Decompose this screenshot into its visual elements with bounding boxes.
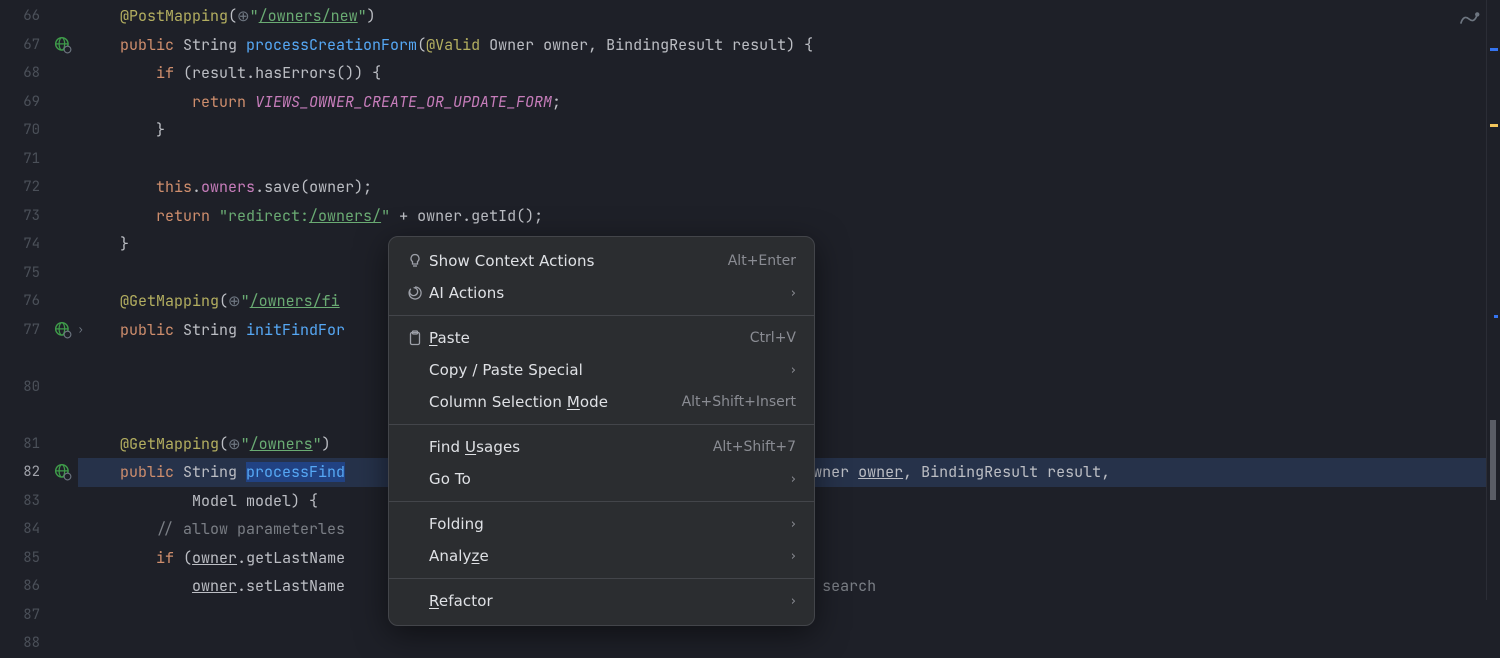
bulb-icon <box>407 253 429 269</box>
line-number: 86 <box>0 572 78 601</box>
line-number: 88 <box>0 629 78 658</box>
menu-item[interactable]: Find UsagesAlt+Shift+7 <box>389 431 814 463</box>
code-line[interactable]: return "redirect:/owners/" + owner.getId… <box>78 202 1486 231</box>
menu-shortcut: Alt+Shift+Insert <box>682 394 796 410</box>
menu-item[interactable]: Copy / Paste Special› <box>389 354 814 386</box>
menu-item-label: AI Actions <box>429 284 791 302</box>
line-number: 76 <box>0 287 78 316</box>
line-number: 73 <box>0 202 78 231</box>
line-number: 75 <box>0 259 78 288</box>
menu-separator <box>389 424 814 425</box>
code-line[interactable]: } <box>78 116 1486 145</box>
line-number: 83 <box>0 487 78 516</box>
line-number <box>0 401 78 430</box>
menu-item-label: Analyze <box>429 547 791 565</box>
menu-item[interactable]: AI Actions› <box>389 277 814 309</box>
menu-item-label: Go To <box>429 470 791 488</box>
line-number: 85 <box>0 544 78 573</box>
menu-item-label: Find Usages <box>429 438 713 456</box>
line-number: 71 <box>0 145 78 174</box>
menu-item[interactable]: Analyze› <box>389 540 814 572</box>
menu-item[interactable]: Column Selection ModeAlt+Shift+Insert <box>389 386 814 418</box>
menu-item-label: Copy / Paste Special <box>429 361 791 379</box>
web-mapping-gutter-icon[interactable] <box>54 36 72 54</box>
clipboard-icon <box>407 330 429 346</box>
web-mapping-gutter-icon[interactable] <box>54 463 72 481</box>
menu-shortcut: Alt+Enter <box>728 253 796 269</box>
chevron-right-icon: › <box>791 286 796 301</box>
menu-item-label: Paste <box>429 329 750 347</box>
editor-context-menu: Show Context ActionsAlt+EnterAI Actions›… <box>388 236 815 626</box>
line-number: 66 <box>0 2 78 31</box>
menu-separator <box>389 315 814 316</box>
ai-assistant-icon[interactable] <box>1458 8 1480 35</box>
line-number: 84 <box>0 515 78 544</box>
spiral-icon <box>407 285 429 301</box>
chevron-right-icon[interactable]: › <box>77 316 84 345</box>
menu-item-label: Folding <box>429 515 791 533</box>
line-number: 67 <box>0 31 78 60</box>
line-number: 70 <box>0 116 78 145</box>
chevron-right-icon: › <box>791 363 796 378</box>
line-number: 69 <box>0 88 78 117</box>
line-number-gutter: 666768697071727374757677›808182838485868… <box>0 0 78 600</box>
menu-shortcut: Ctrl+V <box>750 330 796 346</box>
code-line[interactable]: this.owners.save(owner); <box>78 173 1486 202</box>
line-number: 80 <box>0 373 78 402</box>
menu-item-label: Show Context Actions <box>429 252 728 270</box>
line-number: 77› <box>0 316 78 345</box>
web-mapping-gutter-icon[interactable] <box>54 321 72 339</box>
menu-separator <box>389 578 814 579</box>
menu-shortcut: Alt+Shift+7 <box>713 439 796 455</box>
line-number: 68 <box>0 59 78 88</box>
line-number: 72 <box>0 173 78 202</box>
menu-item[interactable]: Go To› <box>389 463 814 495</box>
line-number: 87 <box>0 601 78 630</box>
menu-item[interactable]: Folding› <box>389 508 814 540</box>
menu-separator <box>389 501 814 502</box>
code-line[interactable] <box>78 145 1486 174</box>
code-line[interactable]: return VIEWS_OWNER_CREATE_OR_UPDATE_FORM… <box>78 88 1486 117</box>
code-line[interactable]: @PostMapping(⊕"/owners/new") <box>78 2 1486 31</box>
code-line[interactable]: public String processCreationForm(@Valid… <box>78 31 1486 60</box>
menu-item[interactable]: Refactor› <box>389 585 814 617</box>
line-number: 74 <box>0 230 78 259</box>
minimap-marker[interactable] <box>1490 124 1498 127</box>
chevron-right-icon: › <box>791 594 796 609</box>
menu-item[interactable]: PasteCtrl+V <box>389 322 814 354</box>
menu-item[interactable]: Show Context ActionsAlt+Enter <box>389 245 814 277</box>
menu-item-label: Column Selection Mode <box>429 393 682 411</box>
code-line[interactable]: if (result.hasErrors()) { <box>78 59 1486 88</box>
line-number: 81 <box>0 430 78 459</box>
chevron-right-icon: › <box>791 472 796 487</box>
minimap-marker[interactable] <box>1494 315 1498 318</box>
minimap-marker[interactable] <box>1490 420 1496 500</box>
line-number <box>0 344 78 373</box>
chevron-right-icon: › <box>791 549 796 564</box>
minimap-scrollbar[interactable] <box>1486 0 1500 600</box>
minimap-marker[interactable] <box>1490 48 1498 51</box>
line-number: 82 <box>0 458 78 487</box>
chevron-right-icon: › <box>791 517 796 532</box>
menu-item-label: Refactor <box>429 592 791 610</box>
